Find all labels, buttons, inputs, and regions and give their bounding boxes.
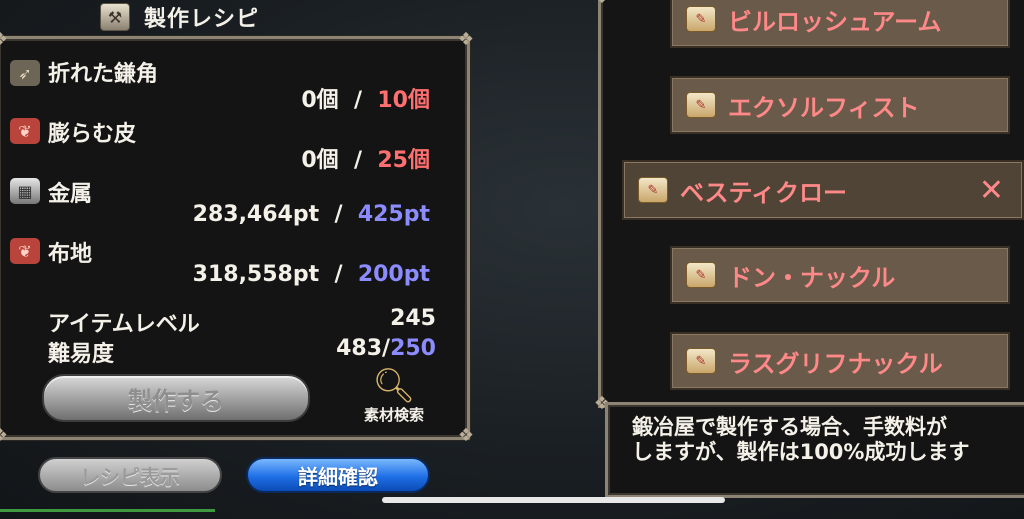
scroll-icon: ✎ <box>686 348 716 374</box>
material-name: 金属 <box>48 182 93 207</box>
material-have: 0個 <box>301 88 339 113</box>
material-search-button[interactable]: 🔍︎ 素材検索 <box>352 368 436 432</box>
material-need: 25個 <box>377 148 430 173</box>
recipe-item-label: ラスグリフナックル <box>728 349 943 378</box>
material-count: 0個 / 25個 <box>301 142 430 174</box>
detail-check-tab[interactable]: 詳細確認 <box>246 457 430 493</box>
recipe-title-bar: ⚒ 製作レシピ <box>100 0 360 34</box>
description-line: しますが、製作は100%成功します <box>632 440 970 464</box>
material-have: 318,558pt <box>192 262 320 287</box>
material-row: ➶ 折れた鎌角 0個 / 10個 <box>10 54 460 114</box>
material-need: 425pt <box>357 202 430 227</box>
corner-ornament-icon: ❖ <box>457 29 475 50</box>
material-count: 283,464pt / 425pt <box>193 202 430 227</box>
cloth-icon: ❦ <box>10 238 40 264</box>
metal-icon: ▦ <box>10 178 40 204</box>
separator: / <box>334 202 343 227</box>
recipe-item-label: ドン・ナックル <box>728 263 896 292</box>
scroll-icon: ✎ <box>638 177 668 203</box>
material-row: ❦ 膨らむ皮 0個 / 25個 <box>10 114 460 174</box>
material-count: 318,558pt / 200pt <box>193 262 430 287</box>
corner-ornament-icon: ❖ <box>457 425 475 446</box>
description-panel: 鍛冶屋で製作する場合、手数料が しますが、製作は100%成功します <box>605 402 1024 498</box>
bottom-progress-line <box>0 509 215 512</box>
recipe-item-label: ビルロッシュアーム <box>728 7 942 36</box>
recipe-list-item-selected[interactable]: ✎ ベスティクロー ✕ <box>622 160 1024 220</box>
separator: / <box>354 148 363 173</box>
material-name: 折れた鎌角 <box>48 62 159 87</box>
scroll-icon: ✎ <box>686 6 716 32</box>
difficulty-label: 難易度 <box>48 342 115 367</box>
panel-title: 製作レシピ <box>144 7 260 32</box>
material-have: 0個 <box>301 148 339 173</box>
recipe-list-item[interactable]: ✎ ラスグリフナックル <box>670 332 1010 390</box>
corner-ornament-icon: ❖ <box>591 0 613 9</box>
material-need: 200pt <box>357 262 430 287</box>
material-row: ▦ 金属 283,464pt / 425pt <box>10 174 460 234</box>
recipe-item-label: ベスティクロー <box>680 178 848 207</box>
separator: / <box>354 88 363 113</box>
separator: / <box>334 262 343 287</box>
craft-button[interactable]: 製作する <box>42 374 310 422</box>
material-search-label: 素材検索 <box>363 406 424 424</box>
corner-ornament-icon: ❖ <box>0 29 11 51</box>
material-need: 10個 <box>377 88 430 113</box>
recipe-view-tab[interactable]: レシピ表示 <box>38 457 222 493</box>
difficulty-current: 483/ <box>336 336 391 361</box>
recipe-item-label: エクソルフィスト <box>728 93 920 122</box>
material-count: 0個 / 10個 <box>301 82 430 114</box>
material-have: 283,464pt <box>192 202 320 227</box>
description-line: 鍛冶屋で製作する場合、手数料が <box>632 415 947 439</box>
anvil-icon: ⚒ <box>100 3 130 31</box>
corner-ornament-icon: ❖ <box>0 425 11 447</box>
scroll-icon: ✎ <box>686 262 716 288</box>
material-row: ❦ 布地 318,558pt / 200pt <box>10 234 460 294</box>
magnifier-icon: 🔍︎ <box>372 366 416 406</box>
item-level-value: 245 <box>390 306 436 331</box>
home-indicator[interactable] <box>382 497 725 503</box>
recipe-list-item[interactable]: ✎ ビルロッシュアーム <box>670 0 1010 48</box>
item-level-label: アイテムレベル <box>48 312 200 337</box>
difficulty-max: 250 <box>390 336 436 361</box>
description-text: 鍛冶屋で製作する場合、手数料が しますが、製作は100%成功します <box>632 415 1024 465</box>
horn-icon: ➶ <box>10 60 40 86</box>
material-name: 布地 <box>48 242 93 267</box>
leather-icon: ❦ <box>10 118 40 144</box>
difficulty-value: 483/250 <box>336 336 436 361</box>
scroll-icon: ✎ <box>686 92 716 118</box>
recipe-list-item[interactable]: ✎ エクソルフィスト <box>670 76 1010 134</box>
recipe-list-item[interactable]: ✎ ドン・ナックル <box>670 246 1010 304</box>
close-icon[interactable]: ✕ <box>979 173 1004 208</box>
material-name: 膨らむ皮 <box>48 122 137 147</box>
